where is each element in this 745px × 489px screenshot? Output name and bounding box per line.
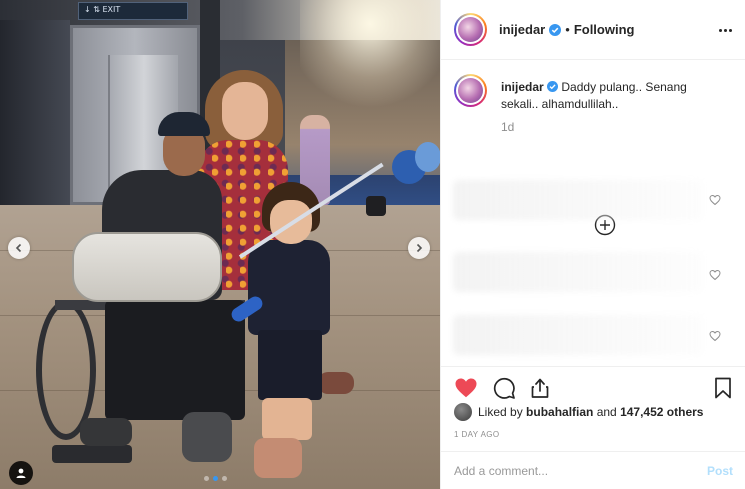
carousel-prev-button[interactable] xyxy=(8,237,30,259)
glass-wall xyxy=(0,20,70,210)
comment-input[interactable] xyxy=(454,462,684,480)
light-glow xyxy=(300,0,440,120)
carousel-dot xyxy=(204,476,209,481)
chevron-left-icon xyxy=(15,243,22,253)
comment-placeholder xyxy=(453,252,703,292)
wheelchair-footrest xyxy=(52,445,132,463)
man-shoe xyxy=(80,418,132,446)
balloon xyxy=(415,142,440,172)
man-cap xyxy=(158,112,210,136)
post-side-panel: inijedar • Following inijedar Daddy pula… xyxy=(440,0,745,489)
caption-text: inijedar Daddy pulang.. Senang sekali.. … xyxy=(501,79,721,113)
username-link[interactable]: inijedar xyxy=(499,22,545,37)
comment-box: Post xyxy=(441,451,745,489)
comment-placeholder xyxy=(453,315,703,355)
likes-count[interactable]: 147,452 others xyxy=(620,405,703,419)
likes-connector: and xyxy=(593,405,621,419)
comment-like-icon[interactable] xyxy=(709,194,721,206)
likes-text: Liked by bubahalfian and 147,452 others xyxy=(478,405,703,419)
caption-timestamp[interactable]: 1d xyxy=(501,120,514,134)
heart-icon[interactable] xyxy=(454,376,478,400)
comment-placeholder xyxy=(453,180,703,220)
user-tag-button[interactable] xyxy=(9,461,33,485)
post-header: inijedar • Following xyxy=(441,0,745,60)
verified-badge-icon xyxy=(549,23,562,36)
profile-avatar[interactable] xyxy=(454,13,487,46)
man-shoe xyxy=(182,412,232,462)
child-shirt xyxy=(248,240,330,335)
more-options-icon[interactable] xyxy=(717,22,733,38)
carousel-dot xyxy=(222,476,227,481)
carousel-dot xyxy=(213,476,218,481)
share-icon[interactable] xyxy=(528,376,552,400)
selfie-phone xyxy=(366,196,386,216)
carousel-indicator xyxy=(204,476,227,481)
chevron-right-icon xyxy=(416,243,423,253)
comment-icon[interactable] xyxy=(492,376,516,400)
pillow-bag xyxy=(72,232,222,302)
comment-like-icon[interactable] xyxy=(709,269,721,281)
child-legs xyxy=(262,398,312,440)
child-sandals xyxy=(254,438,302,478)
liker-username[interactable]: bubahalfian xyxy=(526,405,593,419)
post-age[interactable]: 1 DAY AGO xyxy=(454,430,500,439)
woman-face xyxy=(222,82,268,140)
caption-username[interactable]: inijedar xyxy=(501,80,544,94)
likes-prefix: Liked by xyxy=(478,405,527,419)
liker-avatar[interactable] xyxy=(454,403,472,421)
verified-badge-icon xyxy=(547,81,559,92)
caption-avatar[interactable] xyxy=(454,74,487,107)
post-photo[interactable]: ↓ ⇅ EXIT xyxy=(0,0,440,489)
man-legs xyxy=(105,300,245,420)
exit-sign-text: ↓ ⇅ EXIT xyxy=(84,5,121,14)
carousel-next-button[interactable] xyxy=(408,237,430,259)
action-bar xyxy=(441,366,745,406)
following-button[interactable]: Following xyxy=(574,22,635,37)
post-comment-button[interactable]: Post xyxy=(707,464,733,478)
user-tag-icon xyxy=(16,468,26,478)
child-shorts xyxy=(258,330,322,400)
header-separator: • xyxy=(565,22,570,37)
bookmark-icon[interactable] xyxy=(711,376,735,400)
woman-feet xyxy=(318,372,354,394)
likes-summary: Liked by bubahalfian and 147,452 others xyxy=(454,402,703,422)
comment-like-icon[interactable] xyxy=(709,330,721,342)
